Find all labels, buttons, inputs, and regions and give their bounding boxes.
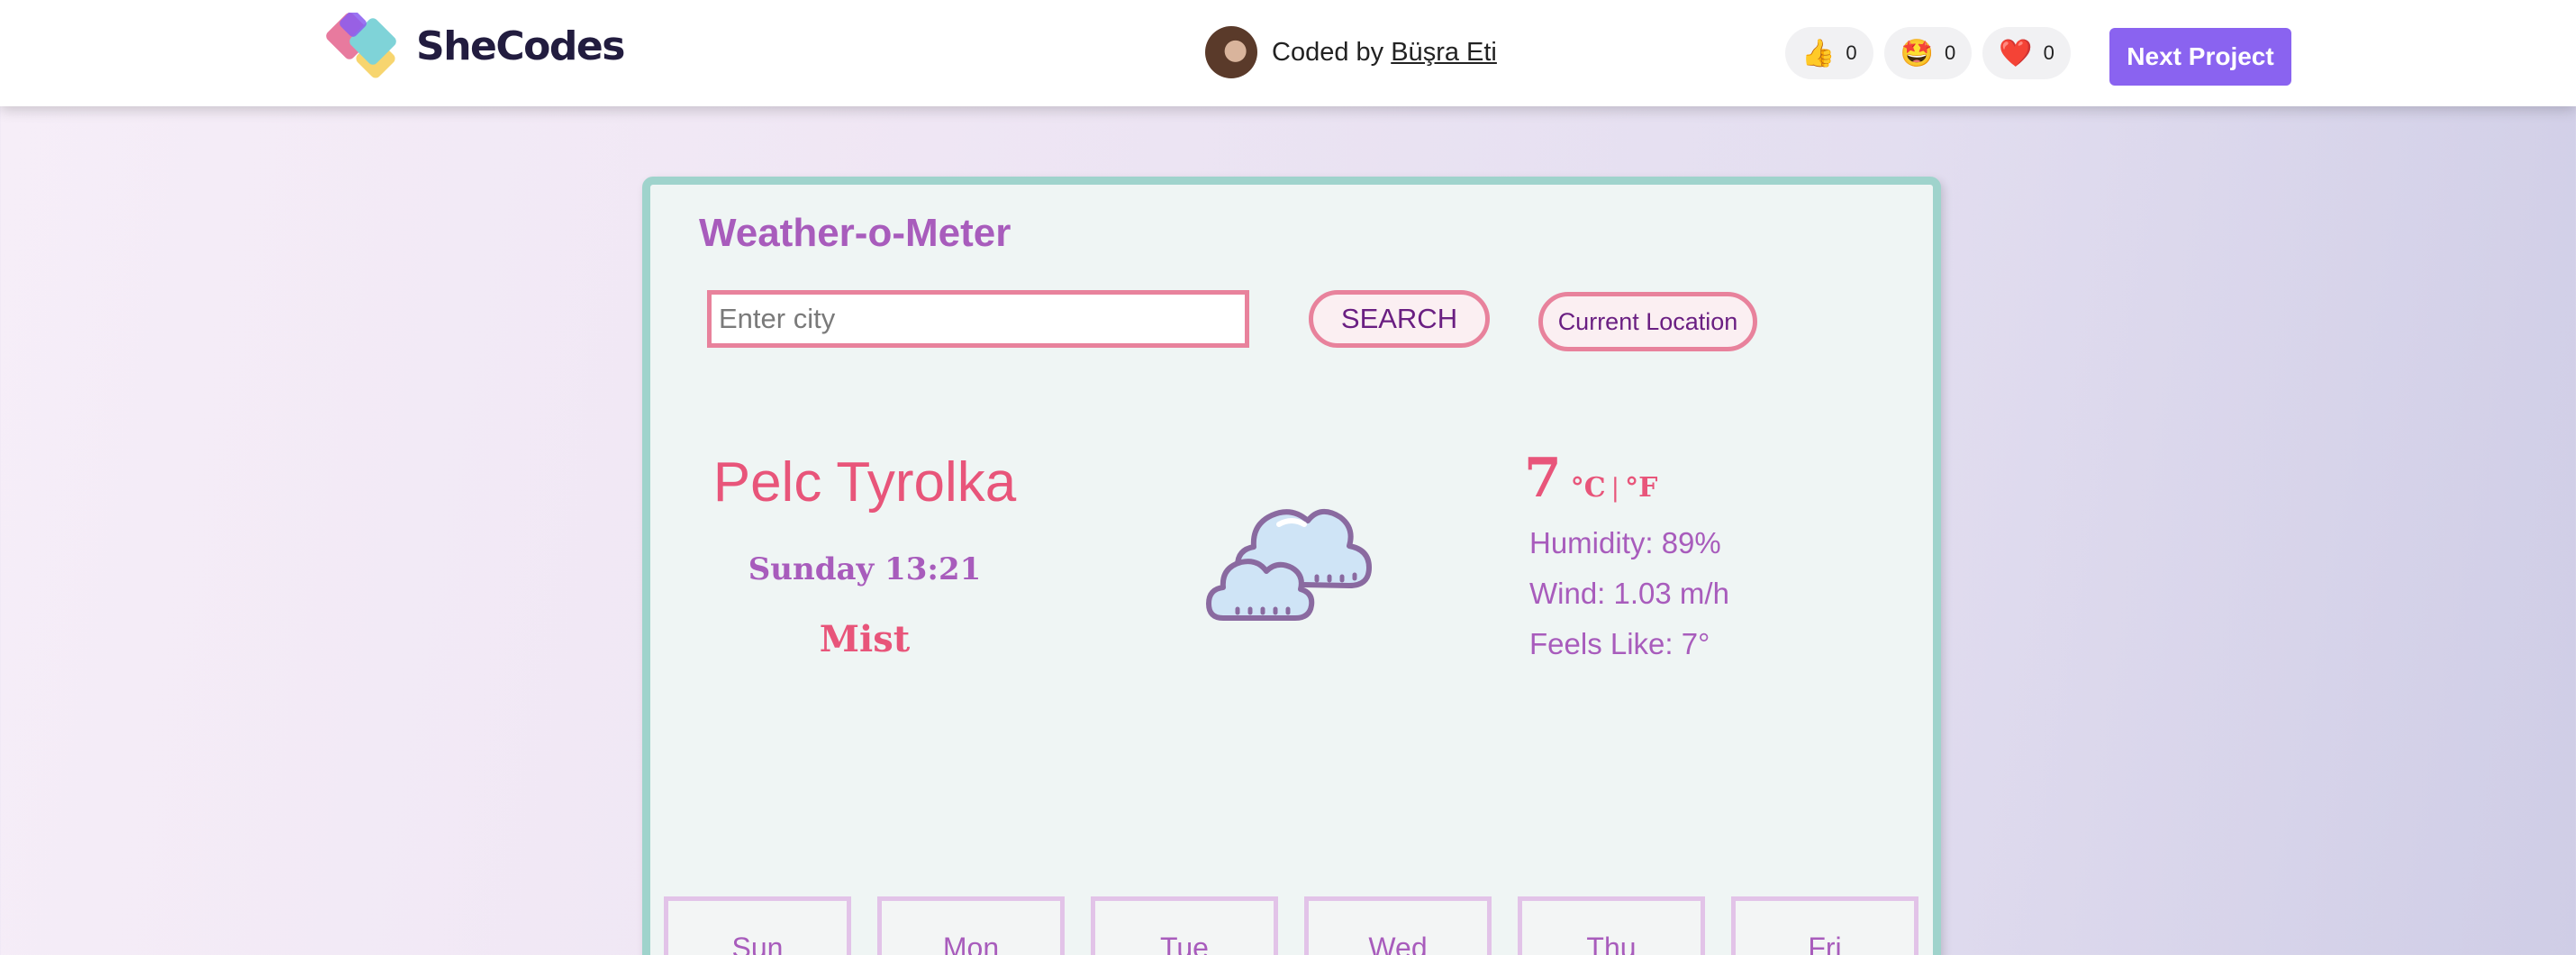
next-project-button[interactable]: Next Project: [2109, 28, 2291, 86]
celsius-toggle[interactable]: °C: [1571, 472, 1606, 504]
forecast-day-label: Tue: [1160, 932, 1209, 955]
forecast-day-label: Mon: [942, 932, 1000, 955]
forecast-day-card: Mon: [877, 896, 1065, 955]
reactions-group: 👍 0 🤩 0 ❤️ 0: [1785, 27, 2082, 79]
forecast-day-label: Fri: [1808, 932, 1842, 955]
reaction-count: 0: [1944, 41, 1956, 64]
brand-name[interactable]: SheCodes: [416, 23, 625, 69]
weather-condition: Mist: [819, 618, 911, 660]
city-search-input[interactable]: [707, 290, 1249, 348]
forecast-day-card: Fri: [1731, 896, 1918, 955]
forecast-day-label: Thu: [1586, 932, 1637, 955]
forecast-day-card: Tue: [1091, 896, 1278, 955]
heart-icon: ❤️: [1999, 38, 2033, 68]
date-time: Sunday 13:21: [748, 551, 982, 587]
temperature-value: 7: [1524, 447, 1562, 510]
humidity-label: Humidity: 89%: [1529, 526, 1721, 559]
coded-by-label: Coded by: [1272, 37, 1384, 67]
author-link[interactable]: Büşra Eti: [1391, 38, 1497, 67]
forecast-day-label: Sun: [731, 932, 784, 955]
unit-separator: |: [1610, 473, 1620, 503]
forecast-day-label: Wed: [1368, 932, 1428, 955]
search-button[interactable]: SEARCH: [1309, 290, 1490, 348]
forecast-day-card: Thu: [1518, 896, 1705, 955]
avatar: [1205, 26, 1257, 78]
reaction-heart-button[interactable]: ❤️ 0: [1982, 27, 2071, 79]
star-struck-icon: 🤩: [1900, 38, 1934, 68]
reaction-count: 0: [1846, 41, 1857, 64]
thumbs-up-icon: 👍: [1801, 38, 1836, 68]
reaction-count: 0: [2043, 41, 2054, 64]
reaction-thumbs-up-button[interactable]: 👍 0: [1785, 27, 1873, 79]
reaction-star-struck-button[interactable]: 🤩 0: [1883, 27, 1973, 79]
app-title: Weather-o-Meter: [699, 211, 1011, 255]
author-credit: Coded by Büşra Eti: [1205, 25, 1497, 79]
temperature-row: 7 °C | °F: [1524, 447, 1657, 510]
feels-like-label: Feels Like: 7°: [1529, 627, 1710, 660]
current-location-button[interactable]: Current Location: [1538, 292, 1757, 351]
wind-label: Wind: 1.03 m/h: [1529, 577, 1729, 610]
fahrenheit-toggle[interactable]: °F: [1625, 472, 1657, 504]
forecast-day-card: Wed: [1304, 896, 1492, 955]
top-bar: SheCodes Coded by Büşra Eti 👍 0 🤩 0 ❤️ 0…: [0, 0, 2576, 106]
city-name: Pelc Tyrolka: [712, 451, 1017, 514]
cloudy-icon: [1206, 509, 1372, 621]
shecodes-logo-icon[interactable]: [324, 13, 414, 94]
forecast-day-card: Sun: [664, 896, 851, 955]
